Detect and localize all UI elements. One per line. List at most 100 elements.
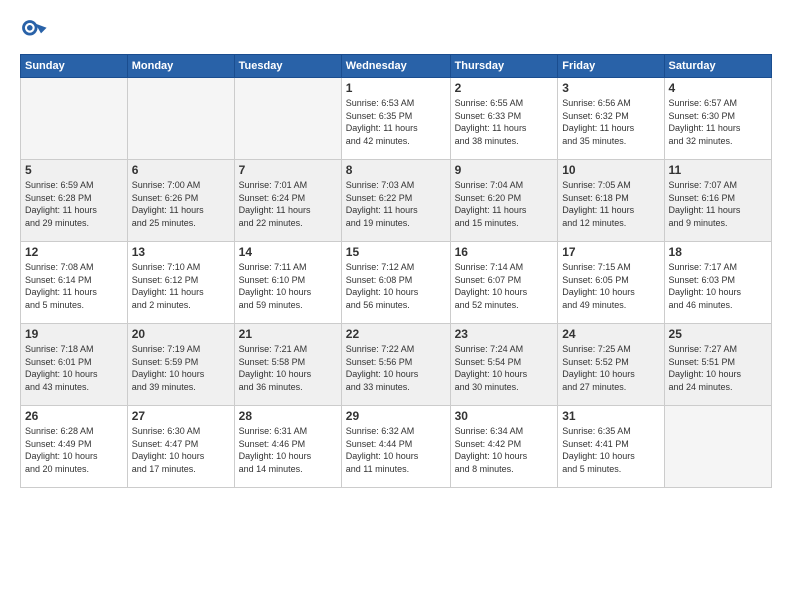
day-info: Sunrise: 7:22 AM Sunset: 5:56 PM Dayligh… [346,343,446,393]
day-info: Sunrise: 6:34 AM Sunset: 4:42 PM Dayligh… [455,425,554,475]
day-info: Sunrise: 7:10 AM Sunset: 6:12 PM Dayligh… [132,261,230,311]
day-number: 31 [562,409,659,423]
day-info: Sunrise: 6:32 AM Sunset: 4:44 PM Dayligh… [346,425,446,475]
day-number: 17 [562,245,659,259]
calendar-week-row: 19Sunrise: 7:18 AM Sunset: 6:01 PM Dayli… [21,324,772,406]
calendar-day-cell: 15 Sunrise: 7:12 AM Sunset: 6:08 PM Dayli… [341,242,450,324]
day-info: Sunrise: 7:12 AM Sunset: 6:08 PM Dayligh… [346,261,446,311]
day-info: Sunrise: 7:24 AM Sunset: 5:54 PM Dayligh… [455,343,554,393]
day-info: Sunrise: 7:01 AM Sunset: 6:24 PM Dayligh… [239,179,337,229]
day-number: 3 [562,81,659,95]
calendar-day-cell: 12 Sunrise: 7:08 AM Sunset: 6:14 PM Dayli… [21,242,128,324]
day-number: 2 [455,81,554,95]
calendar-day-cell: 4 Sunrise: 6:57 AM Sunset: 6:30 PM Daylig… [664,78,771,160]
header [20,18,772,46]
calendar-day-cell: 1 Sunrise: 6:53 AM Sunset: 6:35 PM Daylig… [341,78,450,160]
day-number: 16 [455,245,554,259]
logo-icon [20,18,48,46]
calendar-day-cell: 17 Sunrise: 7:15 AM Sunset: 6:05 PM Dayli… [558,242,664,324]
calendar-day-cell: 29Sunrise: 6:32 AM Sunset: 4:44 PM Dayli… [341,406,450,488]
calendar-day-cell: 5Sunrise: 6:59 AM Sunset: 6:28 PM Daylig… [21,160,128,242]
day-number: 20 [132,327,230,341]
day-info: Sunrise: 7:04 AM Sunset: 6:20 PM Dayligh… [455,179,554,229]
calendar-day-cell: 13 Sunrise: 7:10 AM Sunset: 6:12 PM Dayli… [127,242,234,324]
day-info: Sunrise: 7:11 AM Sunset: 6:10 PM Dayligh… [239,261,337,311]
calendar-day-cell: 24 Sunrise: 7:25 AM Sunset: 5:52 PM Dayli… [558,324,664,406]
day-number: 27 [132,409,230,423]
day-number: 6 [132,163,230,177]
calendar-day-cell: 10Sunrise: 7:05 AM Sunset: 6:18 PM Dayli… [558,160,664,242]
day-number: 1 [346,81,446,95]
day-info: Sunrise: 7:03 AM Sunset: 6:22 PM Dayligh… [346,179,446,229]
calendar-day-cell [234,78,341,160]
day-info: Sunrise: 6:55 AM Sunset: 6:33 PM Dayligh… [455,97,554,147]
day-number: 28 [239,409,337,423]
calendar-day-cell [21,78,128,160]
calendar-week-row: 5Sunrise: 6:59 AM Sunset: 6:28 PM Daylig… [21,160,772,242]
calendar-day-cell: 27 Sunrise: 6:30 AM Sunset: 4:47 PM Dayli… [127,406,234,488]
day-info: Sunrise: 7:08 AM Sunset: 6:14 PM Dayligh… [25,261,123,311]
calendar-day-cell: 26 Sunrise: 6:28 AM Sunset: 4:49 PM Dayli… [21,406,128,488]
day-info: Sunrise: 7:15 AM Sunset: 6:05 PM Dayligh… [562,261,659,311]
weekday-header: Thursday [450,55,558,78]
calendar-day-cell: 19Sunrise: 7:18 AM Sunset: 6:01 PM Dayli… [21,324,128,406]
calendar-day-cell: 14 Sunrise: 7:11 AM Sunset: 6:10 PM Dayli… [234,242,341,324]
day-info: Sunrise: 6:35 AM Sunset: 4:41 PM Dayligh… [562,425,659,475]
day-number: 5 [25,163,123,177]
calendar-day-cell: 2 Sunrise: 6:55 AM Sunset: 6:33 PM Daylig… [450,78,558,160]
day-number: 7 [239,163,337,177]
day-number: 19 [25,327,123,341]
calendar-day-cell: 28 Sunrise: 6:31 AM Sunset: 4:46 PM Dayli… [234,406,341,488]
calendar-day-cell: 31 Sunrise: 6:35 AM Sunset: 4:41 PM Dayli… [558,406,664,488]
calendar-day-cell: 21Sunrise: 7:21 AM Sunset: 5:58 PM Dayli… [234,324,341,406]
logo [20,18,52,46]
day-info: Sunrise: 7:25 AM Sunset: 5:52 PM Dayligh… [562,343,659,393]
day-info: Sunrise: 6:30 AM Sunset: 4:47 PM Dayligh… [132,425,230,475]
page: SundayMondayTuesdayWednesdayThursdayFrid… [0,0,792,612]
day-number: 22 [346,327,446,341]
weekday-header: Friday [558,55,664,78]
calendar-day-cell: 22 Sunrise: 7:22 AM Sunset: 5:56 PM Dayli… [341,324,450,406]
day-number: 13 [132,245,230,259]
calendar-day-cell: 16 Sunrise: 7:14 AM Sunset: 6:07 PM Dayli… [450,242,558,324]
day-info: Sunrise: 7:07 AM Sunset: 6:16 PM Dayligh… [669,179,767,229]
calendar-week-row: 1 Sunrise: 6:53 AM Sunset: 6:35 PM Daylig… [21,78,772,160]
day-number: 12 [25,245,123,259]
calendar-day-cell: 25Sunrise: 7:27 AM Sunset: 5:51 PM Dayli… [664,324,771,406]
day-number: 25 [669,327,767,341]
calendar-table: SundayMondayTuesdayWednesdayThursdayFrid… [20,54,772,488]
day-number: 11 [669,163,767,177]
weekday-header: Saturday [664,55,771,78]
day-number: 8 [346,163,446,177]
calendar-day-cell: 7 Sunrise: 7:01 AM Sunset: 6:24 PM Daylig… [234,160,341,242]
calendar-day-cell [664,406,771,488]
day-info: Sunrise: 6:56 AM Sunset: 6:32 PM Dayligh… [562,97,659,147]
calendar-day-cell: 3 Sunrise: 6:56 AM Sunset: 6:32 PM Daylig… [558,78,664,160]
day-number: 30 [455,409,554,423]
day-number: 14 [239,245,337,259]
day-info: Sunrise: 6:31 AM Sunset: 4:46 PM Dayligh… [239,425,337,475]
calendar-day-cell: 30 Sunrise: 6:34 AM Sunset: 4:42 PM Dayli… [450,406,558,488]
day-info: Sunrise: 6:28 AM Sunset: 4:49 PM Dayligh… [25,425,123,475]
calendar-day-cell: 18 Sunrise: 7:17 AM Sunset: 6:03 PM Dayli… [664,242,771,324]
weekday-header: Sunday [21,55,128,78]
calendar-week-row: 26 Sunrise: 6:28 AM Sunset: 4:49 PM Dayli… [21,406,772,488]
calendar-day-cell: 6Sunrise: 7:00 AM Sunset: 6:26 PM Daylig… [127,160,234,242]
day-info: Sunrise: 6:53 AM Sunset: 6:35 PM Dayligh… [346,97,446,147]
day-info: Sunrise: 7:17 AM Sunset: 6:03 PM Dayligh… [669,261,767,311]
calendar-day-cell: 23 Sunrise: 7:24 AM Sunset: 5:54 PM Dayli… [450,324,558,406]
calendar-day-cell: 8 Sunrise: 7:03 AM Sunset: 6:22 PM Daylig… [341,160,450,242]
day-number: 21 [239,327,337,341]
day-number: 4 [669,81,767,95]
day-info: Sunrise: 7:19 AM Sunset: 5:59 PM Dayligh… [132,343,230,393]
day-number: 26 [25,409,123,423]
day-number: 24 [562,327,659,341]
day-number: 23 [455,327,554,341]
day-number: 15 [346,245,446,259]
day-number: 18 [669,245,767,259]
day-number: 10 [562,163,659,177]
day-info: Sunrise: 6:57 AM Sunset: 6:30 PM Dayligh… [669,97,767,147]
calendar-day-cell [127,78,234,160]
day-info: Sunrise: 7:14 AM Sunset: 6:07 PM Dayligh… [455,261,554,311]
calendar-day-cell: 20 Sunrise: 7:19 AM Sunset: 5:59 PM Dayli… [127,324,234,406]
